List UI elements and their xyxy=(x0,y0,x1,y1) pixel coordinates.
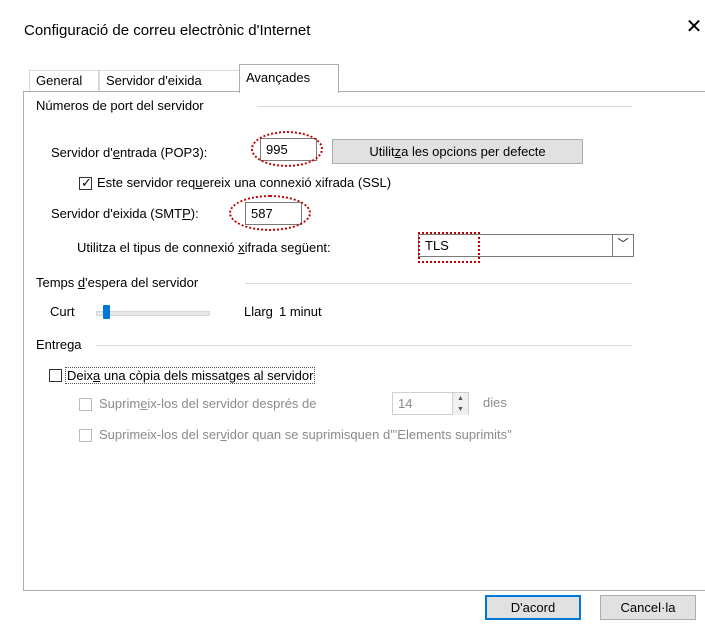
advanced-panel xyxy=(23,91,705,591)
tab-label: Avançades xyxy=(246,70,311,85)
days-value: 14 xyxy=(398,396,413,411)
cancel-button[interactable]: Cancel·la xyxy=(600,595,696,620)
incoming-port-label: Servidor d'entrada (POP3): xyxy=(51,145,208,160)
remove-deleted-label: Suprimeix-los del servidor quan se supri… xyxy=(99,427,512,442)
ssl-label: Este servidor requereix una connexió xif… xyxy=(97,175,392,190)
tab-outgoing-server[interactable]: Servidor d'eixida xyxy=(99,70,241,92)
use-defaults-button[interactable]: Utilitza les opcions per defecte xyxy=(332,139,583,164)
timeout-long-label: Llarg xyxy=(244,304,273,319)
chevron-down-icon[interactable]: ﹀ xyxy=(612,235,633,256)
group-divider xyxy=(257,106,632,107)
timeout-slider-thumb[interactable] xyxy=(103,305,111,319)
group-divider xyxy=(96,345,632,346)
incoming-port-input[interactable]: 995 xyxy=(260,138,317,161)
tab-label: General xyxy=(36,73,83,88)
encryption-select-value: TLS xyxy=(425,238,449,253)
group-divider xyxy=(245,283,632,284)
timeout-group-label: Temps d'espera del servidor xyxy=(36,275,203,290)
spin-down-icon[interactable]: ▼ xyxy=(452,404,468,415)
ok-button[interactable]: D'acord xyxy=(485,595,581,620)
remove-after-days-input[interactable]: 14 ▲ ▼ xyxy=(392,392,469,415)
encryption-label: Utilitza el tipus de connexió xifrada se… xyxy=(77,240,331,255)
remove-after-checkbox[interactable] xyxy=(79,398,92,411)
window-title: Configuració de correu electrònic d'Inte… xyxy=(24,22,311,39)
encryption-select[interactable]: TLS ﹀ xyxy=(418,234,634,257)
outgoing-port-label: Servidor d'eixida (SMTP): xyxy=(51,206,199,221)
timeout-value: 1 minut xyxy=(279,304,322,319)
tab-advanced[interactable]: Avançades xyxy=(239,64,339,93)
leave-copy-checkbox[interactable] xyxy=(49,369,62,382)
ssl-checkbox[interactable]: ✓ xyxy=(79,175,92,190)
close-icon[interactable]: ✕ xyxy=(683,14,705,40)
leave-copy-label: Deixa una còpia dels missatges al servid… xyxy=(65,367,316,384)
tab-general[interactable]: General xyxy=(29,70,99,92)
days-label: dies xyxy=(483,395,507,410)
tab-label: Servidor d'eixida xyxy=(106,73,202,88)
spin-up-icon[interactable]: ▲ xyxy=(452,393,468,404)
timeout-short-label: Curt xyxy=(50,304,75,319)
delivery-group-label: Entrega xyxy=(36,337,86,352)
check-icon: ✓ xyxy=(81,175,92,190)
outgoing-port-input[interactable]: 587 xyxy=(245,202,302,225)
remove-deleted-checkbox[interactable] xyxy=(79,429,92,442)
remove-after-label: Suprimeix-los del servidor després de xyxy=(99,396,317,411)
timeout-slider-track[interactable] xyxy=(96,311,210,316)
ports-group-label: Números de port del servidor xyxy=(36,98,208,113)
